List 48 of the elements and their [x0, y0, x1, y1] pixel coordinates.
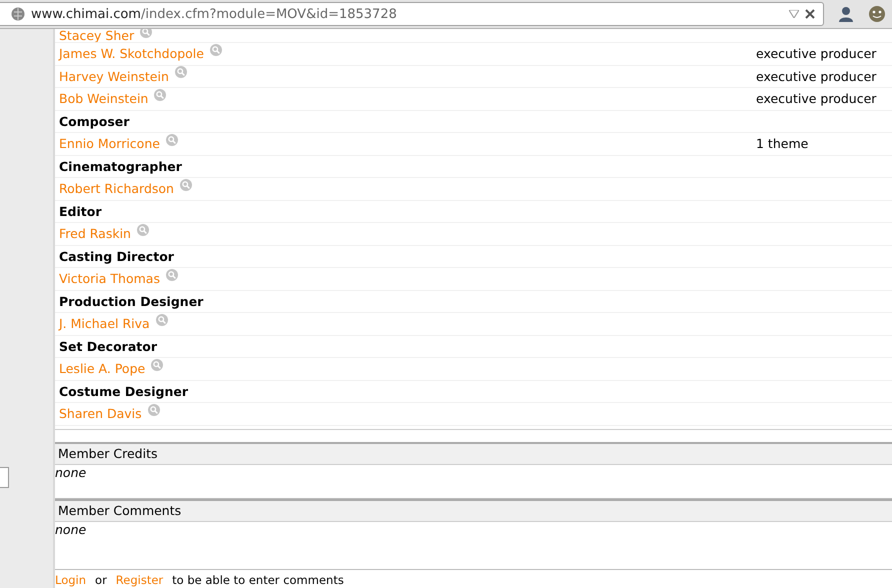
input-field[interactable]	[0, 467, 9, 488]
role-heading: Set Decorator	[59, 338, 157, 354]
credit-role: 1 theme	[756, 136, 810, 152]
register-link[interactable]: Register	[116, 572, 164, 586]
search-icon[interactable]	[136, 224, 149, 236]
dropdown-icon[interactable]	[789, 10, 799, 18]
person-link[interactable]: J. Michael Riva	[59, 316, 150, 332]
search-icon[interactable]	[166, 268, 178, 281]
credit-role: executive producer	[756, 46, 878, 62]
login-link[interactable]: Login	[55, 572, 86, 586]
search-icon[interactable]	[174, 66, 187, 78]
person-link[interactable]: Harvey Weinstein	[59, 68, 169, 84]
url-text: www.chimai.com/index.cfm?module=MOV&id=1853728	[31, 6, 398, 22]
person-link[interactable]: Leslie A. Pope	[59, 361, 146, 376]
or-text: or	[95, 572, 107, 586]
person-link[interactable]: Fred Raskin	[59, 226, 131, 242]
person-link[interactable]: James W. Skotchdopole	[59, 46, 204, 62]
credit-role: executive producer	[756, 91, 878, 106]
search-icon[interactable]	[166, 134, 178, 146]
person-link[interactable]: Ennio Morricone	[59, 136, 160, 152]
section-header: Member Comments	[55, 500, 892, 522]
user-icon[interactable]	[838, 6, 854, 22]
role-heading: Cinematographer	[59, 158, 182, 174]
close-icon[interactable]	[805, 9, 815, 19]
section-text: none	[55, 464, 86, 480]
role-heading: Casting Director	[59, 248, 174, 264]
search-icon[interactable]	[148, 404, 160, 416]
search-icon[interactable]	[210, 44, 222, 56]
section-header: Member Credits	[55, 444, 892, 464]
comment-hint: to be able to enter comments	[172, 572, 344, 586]
search-icon[interactable]	[154, 88, 166, 101]
search-icon[interactable]	[180, 178, 192, 191]
person-link[interactable]: Bob Weinstein	[59, 91, 148, 106]
search-icon[interactable]	[151, 358, 164, 371]
role-heading: Costume Designer	[59, 384, 188, 399]
person-link[interactable]: Robert Richardson	[59, 181, 174, 196]
person-link[interactable]: Sharen Davis	[59, 406, 142, 422]
person-link[interactable]: Victoria Thomas	[59, 271, 160, 286]
globe-icon	[11, 7, 25, 21]
role-heading: Composer	[59, 114, 130, 129]
section-text: none	[55, 522, 86, 536]
search-icon[interactable]	[156, 314, 168, 326]
role-heading: Editor	[59, 204, 102, 219]
role-heading: Production Designer	[59, 294, 204, 309]
smiley-icon[interactable]	[868, 5, 886, 23]
search-icon[interactable]	[140, 29, 152, 38]
credit-role: executive producer	[756, 68, 878, 84]
address-field[interactable]: www.chimai.com/index.cfm?module=MOV&id=1853728	[0, 2, 824, 26]
